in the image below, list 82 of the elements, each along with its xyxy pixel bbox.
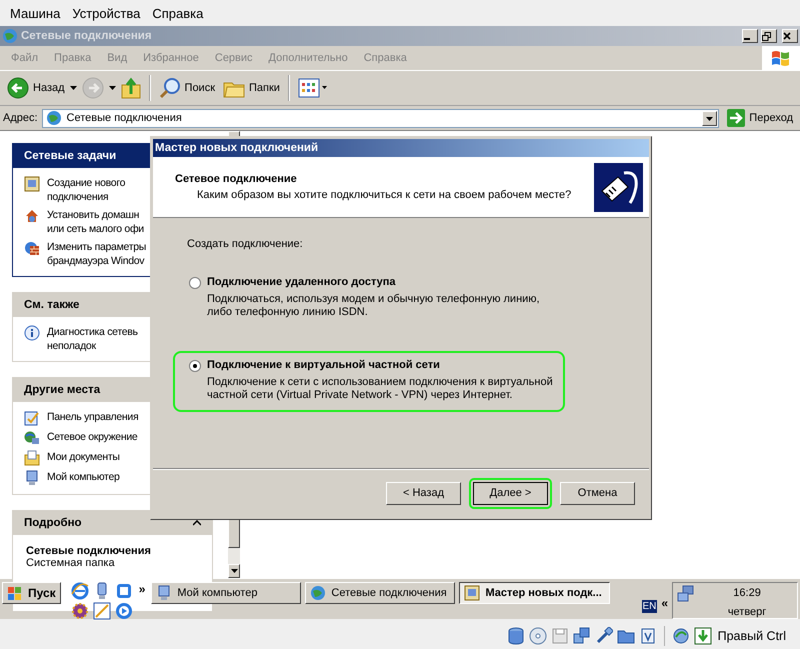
floppy-icon[interactable] bbox=[550, 626, 569, 644]
task-link[interactable]: Создание нового подключения bbox=[47, 176, 126, 204]
radio-button[interactable] bbox=[189, 360, 201, 372]
computer-icon bbox=[156, 585, 172, 601]
dialog-subheading: Каким образом вы хотите подключиться к сети на своем рабочем месте? bbox=[196, 189, 572, 201]
scroll-down-button[interactable] bbox=[228, 564, 240, 578]
wizard-icon bbox=[464, 585, 480, 601]
restore-button[interactable] bbox=[761, 29, 777, 43]
tray-toggle[interactable]: « bbox=[661, 596, 668, 610]
globe-icon bbox=[46, 110, 62, 126]
down-caret-icon bbox=[230, 569, 238, 573]
gear-icon[interactable] bbox=[70, 602, 89, 620]
task-link[interactable]: Сетевое окружение bbox=[47, 430, 138, 444]
option-title[interactable]: Подключение к виртуальной частной сети bbox=[207, 359, 553, 371]
search-icon bbox=[158, 77, 181, 99]
taskbar-button[interactable]: Мастер новых подк... bbox=[459, 582, 610, 604]
network-computers-icon[interactable] bbox=[677, 585, 696, 603]
dialog-title: Мастер новых подключений bbox=[153, 139, 649, 157]
back-button[interactable]: Назад bbox=[4, 75, 68, 101]
task-link[interactable]: Панель управления bbox=[47, 410, 138, 424]
prompt-label: Создать подключение: bbox=[187, 238, 304, 250]
browser-icon[interactable] bbox=[70, 582, 89, 600]
hard-disk-icon[interactable] bbox=[506, 626, 525, 644]
play-icon[interactable] bbox=[114, 602, 133, 620]
menu-item[interactable]: Устройства bbox=[66, 6, 146, 20]
task-link[interactable]: Мои документы bbox=[47, 450, 120, 464]
restore-icon bbox=[762, 32, 771, 40]
task-link[interactable]: Мой компьютер bbox=[47, 470, 120, 484]
dialog-button[interactable]: < Назад bbox=[386, 482, 461, 504]
dialog-button[interactable]: Отмена bbox=[560, 482, 635, 504]
cable-plug-icon bbox=[594, 162, 643, 212]
language-indicator[interactable]: EN bbox=[642, 600, 658, 613]
control-panel-icon bbox=[24, 410, 40, 426]
flag-logo-icon bbox=[7, 586, 23, 600]
go-button[interactable]: Переход bbox=[723, 109, 797, 127]
wizard-icon bbox=[24, 176, 40, 192]
folders-button[interactable]: Папки bbox=[220, 76, 283, 100]
menu-item[interactable]: Справка bbox=[146, 6, 210, 20]
option-title[interactable]: Подключение удаленного доступа bbox=[207, 276, 553, 288]
search-button[interactable]: Поиск bbox=[156, 75, 218, 101]
dialog-button[interactable]: Далее > bbox=[473, 482, 548, 504]
collapse-chevron-icon[interactable] bbox=[193, 520, 201, 526]
dropdown-caret-icon[interactable] bbox=[108, 86, 116, 90]
globe-icon bbox=[310, 585, 326, 601]
house-icon bbox=[24, 208, 40, 224]
brick-wall-icon bbox=[24, 240, 40, 256]
task-link[interactable]: Диагностика сетевь неполадок bbox=[47, 325, 138, 353]
folder-up-icon bbox=[120, 77, 141, 99]
dropdown-button[interactable] bbox=[702, 110, 718, 126]
globe-icon bbox=[2, 28, 18, 44]
usb-plug-icon[interactable] bbox=[594, 626, 613, 644]
taskbar-button[interactable]: Сетевые подключения bbox=[305, 582, 456, 604]
computer-icon bbox=[24, 470, 40, 486]
go-arrow-icon bbox=[727, 109, 746, 127]
address-field[interactable]: Сетевые подключения bbox=[42, 108, 720, 128]
task-link[interactable]: Установить домашн или сеть малого офи bbox=[47, 208, 144, 236]
panel-title: Подробно bbox=[24, 516, 82, 528]
more-button[interactable]: » bbox=[138, 582, 146, 596]
dropdown-caret-icon[interactable] bbox=[70, 86, 77, 90]
taskbar-button[interactable]: Мой компьютер bbox=[151, 582, 302, 604]
item-type: Системная папка bbox=[26, 557, 116, 569]
window-title: Сетевые подключения bbox=[21, 30, 153, 42]
task-link[interactable]: Изменить параметры брандмауэра Windov bbox=[47, 240, 146, 268]
host-key-label: Правый Ctrl bbox=[718, 628, 786, 642]
minimize-button[interactable] bbox=[742, 29, 758, 43]
menu-item[interactable]: Машина bbox=[4, 6, 66, 20]
folder-document-icon bbox=[24, 450, 40, 466]
clock-day: четверг bbox=[728, 606, 766, 618]
close-button[interactable] bbox=[782, 29, 798, 43]
flag-logo-icon bbox=[771, 49, 791, 67]
info-icon bbox=[24, 325, 40, 341]
start-button[interactable]: Пуск bbox=[2, 582, 61, 604]
dialog-heading: Сетевое подключение bbox=[175, 173, 298, 185]
close-icon bbox=[783, 32, 791, 40]
address-label: Адрес: bbox=[3, 112, 38, 124]
globe-computer-icon bbox=[24, 430, 40, 446]
network-icon[interactable] bbox=[572, 626, 591, 644]
cd-icon[interactable] bbox=[528, 626, 547, 644]
radio-button[interactable] bbox=[189, 277, 201, 289]
chip-icon[interactable] bbox=[638, 626, 657, 644]
item-name: Сетевые подключения bbox=[26, 545, 152, 557]
clock-time: 16:29 bbox=[733, 587, 761, 599]
